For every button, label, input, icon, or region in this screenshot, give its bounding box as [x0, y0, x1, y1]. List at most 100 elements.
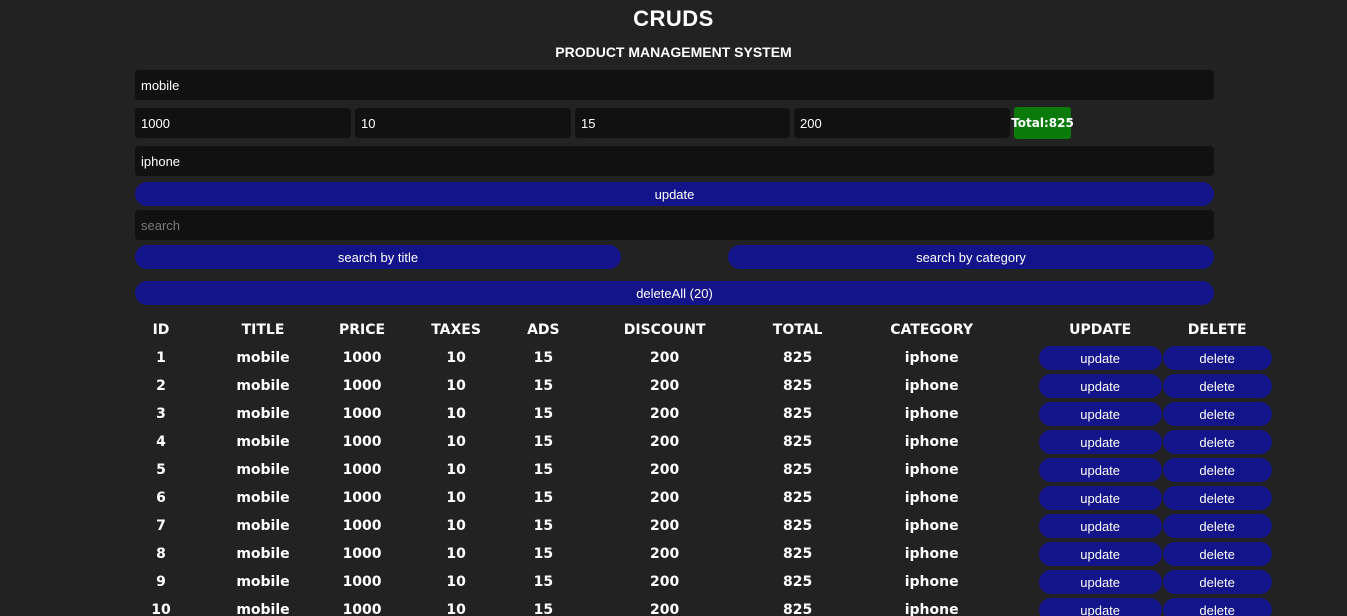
cell-id: 5	[156, 462, 166, 478]
cell-id: 2	[156, 378, 166, 394]
row-update-button[interactable]: update	[1038, 598, 1162, 616]
table-row: 8 mobile 1000 10 15 200 825 iphone update delete	[135, 540, 1272, 568]
search-by-category-button[interactable]: search by category	[728, 245, 1214, 269]
cell-total: 825	[783, 350, 813, 366]
column-header-price: PRICE	[339, 322, 386, 338]
cell-delete: delete	[1162, 456, 1272, 484]
cell-total: 825	[783, 434, 813, 450]
cell-price: 1000	[342, 462, 382, 478]
app: CRUDS PRODUCT MANAGEMENT SYSTEM Total:82…	[0, 0, 1347, 616]
cell-price: 1000	[342, 350, 382, 366]
column-header-discount: DISCOUNT	[623, 322, 706, 338]
cell-taxes: 10	[446, 406, 466, 422]
row-delete-button[interactable]: delete	[1162, 458, 1272, 482]
row-delete-button[interactable]: delete	[1162, 346, 1272, 370]
cell-update: update	[1038, 456, 1163, 484]
discount-input[interactable]	[794, 108, 1010, 138]
cell-update: update	[1038, 596, 1163, 616]
row-update-button[interactable]: update	[1038, 486, 1162, 510]
cell-delete: delete	[1162, 540, 1272, 568]
cell-discount: 200	[650, 602, 680, 616]
column-header-taxes: TAXES	[431, 322, 481, 338]
cell-taxes: 10	[446, 490, 466, 506]
cell-id: 4	[156, 434, 166, 450]
cell-price: 1000	[342, 434, 382, 450]
cell-category: iphone	[904, 490, 959, 506]
row-update-button[interactable]: update	[1038, 346, 1162, 370]
row-update-button[interactable]: update	[1038, 430, 1162, 454]
cell-id: 6	[156, 490, 166, 506]
cell-price: 1000	[342, 490, 382, 506]
cell-ads: 15	[533, 574, 554, 590]
search-by-title-button[interactable]: search by title	[135, 245, 621, 269]
cell-discount: 200	[650, 462, 680, 478]
cell-delete: delete	[1162, 568, 1272, 596]
cell-category: iphone	[904, 574, 959, 590]
delete-all-button[interactable]: deleteAll (20)	[135, 281, 1214, 305]
row-delete-button[interactable]: delete	[1162, 402, 1272, 426]
row-delete-button[interactable]: delete	[1162, 570, 1272, 594]
cell-id: 3	[156, 406, 166, 422]
cell-taxes: 10	[446, 574, 466, 590]
taxes-input[interactable]	[355, 108, 571, 138]
row-delete-button[interactable]: delete	[1162, 374, 1272, 398]
row-delete-button[interactable]: delete	[1162, 542, 1272, 566]
row-delete-button[interactable]: delete	[1162, 514, 1272, 538]
cell-title: mobile	[236, 406, 290, 422]
cell-id: 9	[156, 574, 166, 590]
cell-category: iphone	[904, 434, 959, 450]
row-update-button[interactable]: update	[1038, 458, 1162, 482]
cell-title: mobile	[236, 574, 290, 590]
cell-discount: 200	[650, 406, 680, 422]
cell-taxes: 10	[446, 518, 466, 534]
cell-total: 825	[783, 518, 813, 534]
cell-id: 8	[156, 546, 166, 562]
cell-delete: delete	[1162, 344, 1272, 372]
cell-ads: 15	[533, 434, 554, 450]
cell-price: 1000	[342, 518, 382, 534]
cell-total: 825	[783, 462, 813, 478]
column-header-update: UPDATE	[1069, 322, 1132, 338]
cell-discount: 200	[650, 574, 680, 590]
cell-category: iphone	[904, 462, 959, 478]
cell-delete: delete	[1162, 428, 1272, 456]
category-input[interactable]	[135, 146, 1214, 176]
cell-taxes: 10	[446, 546, 466, 562]
table-row: 6 mobile 1000 10 15 200 825 iphone update delete	[135, 484, 1272, 512]
row-delete-button[interactable]: delete	[1162, 486, 1272, 510]
price-input[interactable]	[135, 108, 351, 138]
cell-title: mobile	[236, 434, 290, 450]
cell-taxes: 10	[446, 462, 466, 478]
table-row: 9 mobile 1000 10 15 200 825 iphone update delete	[135, 568, 1272, 596]
search-input[interactable]	[135, 210, 1214, 240]
cell-update: update	[1038, 372, 1163, 400]
cell-id: 1	[156, 350, 166, 366]
cell-delete: delete	[1162, 596, 1272, 616]
cell-total: 825	[783, 378, 813, 394]
cell-title: mobile	[236, 462, 290, 478]
row-delete-button[interactable]: delete	[1162, 598, 1272, 616]
cell-category: iphone	[904, 378, 959, 394]
products-table: ID TITLE PRICE TAXES ADS DISCOUNT TOTAL …	[135, 316, 1272, 616]
row-update-button[interactable]: update	[1038, 514, 1162, 538]
cell-id: 7	[156, 518, 166, 534]
table-row: 1 mobile 1000 10 15 200 825 iphone update delete	[135, 344, 1272, 372]
cell-id: 10	[151, 602, 171, 616]
submit-update-button[interactable]: update	[135, 182, 1214, 206]
cell-price: 1000	[342, 602, 382, 616]
column-header-category: CATEGORY	[890, 322, 973, 338]
cell-category: iphone	[904, 602, 959, 616]
row-update-button[interactable]: update	[1038, 374, 1162, 398]
row-update-button[interactable]: update	[1038, 570, 1162, 594]
table-header-row: ID TITLE PRICE TAXES ADS DISCOUNT TOTAL …	[135, 316, 1272, 344]
cell-ads: 15	[533, 350, 554, 366]
ads-input[interactable]	[575, 108, 790, 138]
cell-delete: delete	[1162, 400, 1272, 428]
products-table-body: 1 mobile 1000 10 15 200 825 iphone update delete 2…	[135, 344, 1272, 616]
row-update-button[interactable]: update	[1038, 542, 1162, 566]
row-update-button[interactable]: update	[1038, 402, 1162, 426]
title-input[interactable]	[135, 70, 1214, 100]
row-delete-button[interactable]: delete	[1162, 430, 1272, 454]
table-row: 2 mobile 1000 10 15 200 825 iphone update delete	[135, 372, 1272, 400]
column-header-title: TITLE	[241, 322, 285, 338]
